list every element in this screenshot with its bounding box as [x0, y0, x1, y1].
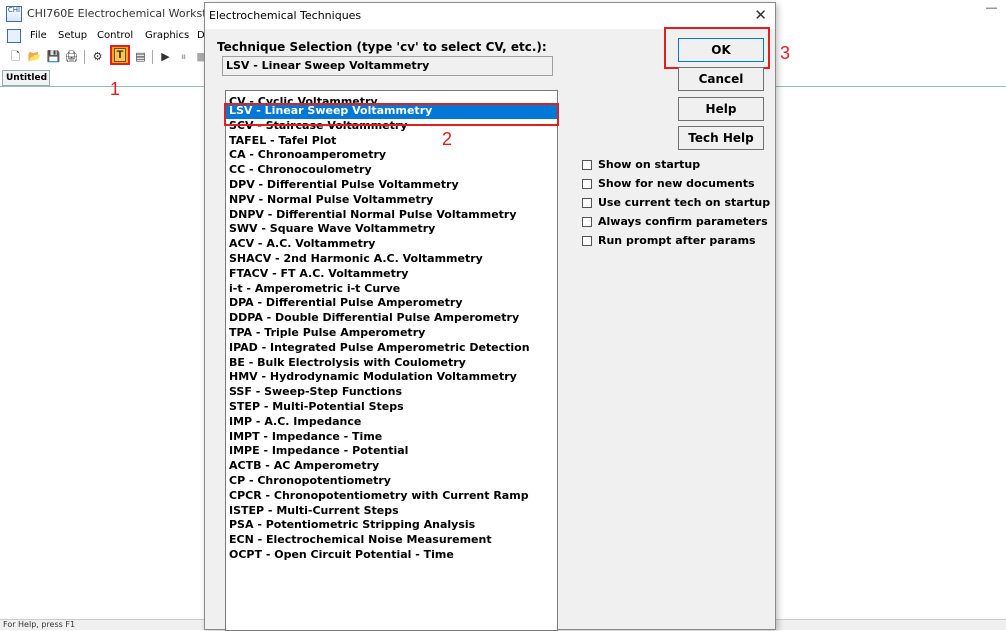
menu-setup[interactable]: Setup: [58, 30, 87, 41]
technique-list-item[interactable]: NPV - Normal Pulse Voltammetry: [226, 193, 557, 208]
technique-list-item[interactable]: DDPA - Double Differential Pulse Amperom…: [226, 311, 557, 326]
technique-button[interactable]: T: [110, 45, 130, 65]
technique-list-item[interactable]: SHACV - 2nd Harmonic A.C. Voltammetry: [226, 252, 557, 267]
technique-list-item[interactable]: CP - Chronopotentiometry: [226, 474, 557, 489]
document-tab[interactable]: Untitled: [2, 70, 50, 86]
dialog-titlebar: Electrochemical Techniques ✕: [205, 3, 775, 29]
pause-icon[interactable]: ⏸: [176, 49, 191, 64]
technique-list-item[interactable]: CPCR - Chronopotentiometry with Current …: [226, 489, 557, 504]
cancel-button[interactable]: Cancel: [678, 67, 764, 91]
technique-list-item[interactable]: TPA - Triple Pulse Amperometry: [226, 326, 557, 341]
technique-list-item[interactable]: SSF - Sweep-Step Functions: [226, 385, 557, 400]
technique-list-item[interactable]: ACV - A.C. Voltammetry: [226, 237, 557, 252]
new-file-icon[interactable]: 🗋: [8, 49, 23, 64]
option-show-on-startup[interactable]: Show on startup: [582, 158, 700, 171]
annotation-1: 1: [110, 79, 121, 99]
run-icon[interactable]: ▶: [158, 49, 173, 64]
annotation-3: 3: [780, 43, 791, 63]
open-folder-icon[interactable]: 📂: [27, 49, 42, 64]
technique-list-item[interactable]: IMP - A.C. Impedance: [226, 415, 557, 430]
technique-list-item[interactable]: STEP - Multi-Potential Steps: [226, 400, 557, 415]
option-use-current-tech-on-startup[interactable]: Use current tech on startup: [582, 196, 770, 209]
print-icon[interactable]: 🖨: [64, 49, 79, 64]
tech-help-button[interactable]: Tech Help: [678, 126, 764, 150]
technique-listbox[interactable]: CV - Cyclic Voltammetry LSV - Linear Swee…: [225, 90, 558, 631]
technique-list-item[interactable]: ACTB - AC Amperometry: [226, 459, 557, 474]
option-label: Always confirm parameters: [598, 215, 768, 228]
technique-list-item[interactable]: CA - Chronoamperometry: [226, 148, 557, 163]
checkbox[interactable]: [582, 216, 592, 227]
app-icon: CHI: [6, 6, 22, 22]
technique-list-item[interactable]: TAFEL - Tafel Plot: [226, 134, 557, 149]
help-button[interactable]: Help: [678, 97, 764, 121]
option-run-prompt-after-params[interactable]: Run prompt after params: [582, 234, 756, 247]
technique-list-item[interactable]: DNPV - Differential Normal Pulse Voltamm…: [226, 208, 557, 223]
app-window: CHI CHI760E Electrochemical Workstation …: [0, 0, 1006, 631]
option-label: Run prompt after params: [598, 234, 756, 247]
technique-list-item[interactable]: FTACV - FT A.C. Voltammetry: [226, 267, 557, 282]
technique-list-item[interactable]: ISTEP - Multi-Current Steps: [226, 504, 557, 519]
menu-graphics[interactable]: Graphics: [145, 30, 189, 41]
toolbar-separator: [152, 50, 153, 64]
menu-control[interactable]: Control: [97, 30, 133, 41]
technique-list-item[interactable]: CC - Chronocoulometry: [226, 163, 557, 178]
annotation-box-ok: [664, 27, 770, 69]
technique-list-item[interactable]: i-t - Amperometric i-t Curve: [226, 282, 557, 297]
techniques-dialog: Electrochemical Techniques ✕ Technique S…: [204, 2, 790, 631]
technique-list-item[interactable]: PSA - Potentiometric Stripping Analysis: [226, 518, 557, 533]
parameters-icon[interactable]: ▤: [133, 49, 148, 64]
checkbox[interactable]: [582, 178, 592, 189]
checkbox[interactable]: [582, 159, 592, 170]
technique-list-item[interactable]: OCPT - Open Circuit Potential - Time: [226, 548, 557, 563]
technique-selection-field[interactable]: LSV - Linear Sweep Voltammetry: [222, 56, 553, 76]
annotation-2: 2: [442, 129, 453, 149]
option-show-for-new-documents[interactable]: Show for new documents: [582, 177, 755, 190]
checkbox[interactable]: [582, 197, 592, 208]
toolbar-separator: [84, 50, 85, 64]
annotation-box-selected: [224, 103, 559, 126]
technique-list-item[interactable]: SWV - Square Wave Voltammetry: [226, 222, 557, 237]
technique-list-item[interactable]: BE - Bulk Electrolysis with Coulometry: [226, 356, 557, 371]
document-menu-icon[interactable]: [7, 29, 21, 43]
option-label: Show on startup: [598, 158, 701, 171]
technique-list-item[interactable]: ECN - Electrochemical Noise Measurement: [226, 533, 557, 548]
menu-file[interactable]: File: [30, 30, 47, 41]
close-icon[interactable]: ✕: [754, 6, 767, 24]
system-icon[interactable]: ⚙: [90, 49, 105, 64]
option-always-confirm-parameters[interactable]: Always confirm parameters: [582, 215, 768, 228]
technique-list-item[interactable]: IPAD - Integrated Pulse Amperometric Det…: [226, 341, 557, 356]
technique-selection-label: Technique Selection (type 'cv' to select…: [217, 40, 547, 54]
technique-list-item[interactable]: DPA - Differential Pulse Amperometry: [226, 296, 557, 311]
option-label: Show for new documents: [598, 177, 755, 190]
technique-list-item[interactable]: DPV - Differential Pulse Voltammetry: [226, 178, 557, 193]
technique-list-item[interactable]: IMPT - Impedance - Time: [226, 430, 557, 445]
technique-list-item[interactable]: IMPE - Impedance - Potential: [226, 444, 557, 459]
technique-icon: T: [114, 48, 126, 62]
dialog-title: Electrochemical Techniques: [209, 9, 362, 22]
technique-list-item[interactable]: HMV - Hydrodynamic Modulation Voltammetr…: [226, 370, 557, 385]
minimize-icon[interactable]: —: [986, 2, 1000, 16]
save-icon[interactable]: 💾: [46, 49, 61, 64]
checkbox[interactable]: [582, 235, 592, 246]
option-label: Use current tech on startup: [598, 196, 771, 209]
